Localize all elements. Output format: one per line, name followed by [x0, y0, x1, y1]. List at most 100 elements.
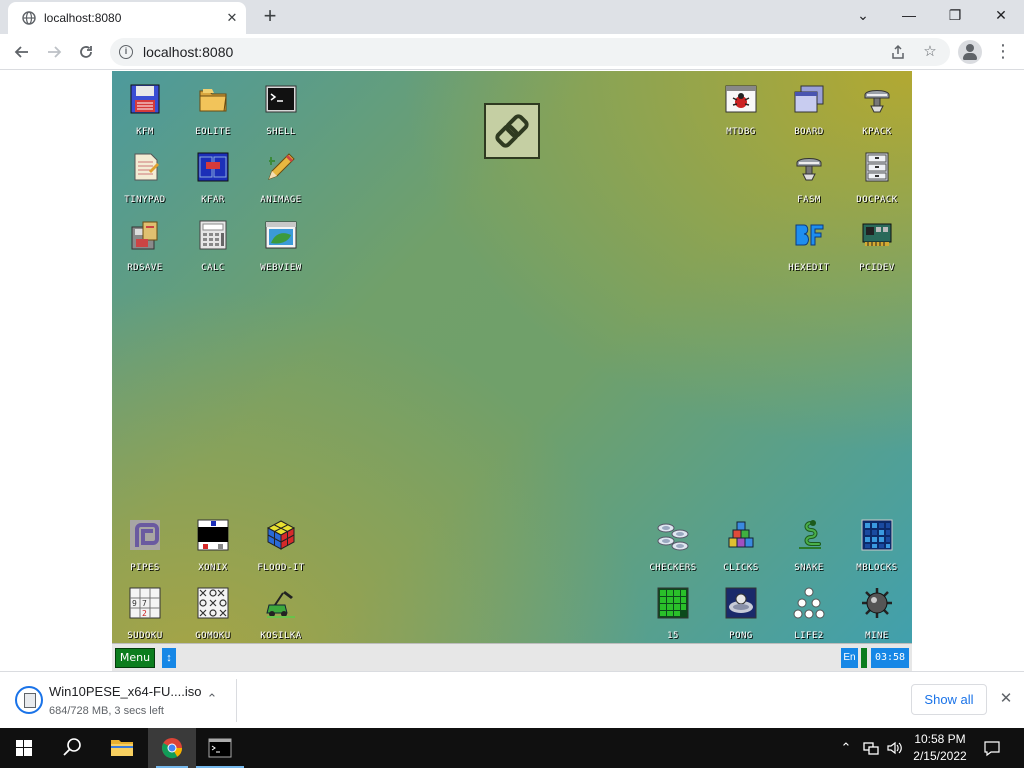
download-file-icon[interactable]: [15, 686, 43, 714]
desktop-icon-tinypad[interactable]: TINYPAD: [112, 143, 178, 207]
globe-icon: [22, 11, 36, 25]
desktop-icon-pcidev[interactable]: PCIDEV: [844, 211, 910, 275]
disk-save-icon: [131, 221, 158, 250]
debugger-icon: [725, 85, 757, 113]
back-button[interactable]: [8, 38, 36, 66]
desktop-icon-15[interactable]: 15: [640, 579, 706, 643]
icon-label: BOARD: [794, 127, 824, 137]
desktop-icon-flood-it[interactable]: FLOOD-IT: [248, 511, 314, 575]
desktop-icon-mblocks[interactable]: MBLOCKS: [844, 511, 910, 575]
desktop-icon-kfar[interactable]: KFAR: [180, 143, 246, 207]
pencil-icon: [268, 153, 295, 180]
address-url[interactable]: localhost:8080: [143, 44, 233, 60]
bf-icon: [795, 224, 824, 246]
network-icon[interactable]: [861, 738, 881, 763]
profile-avatar[interactable]: [958, 40, 982, 64]
notepad-icon: [134, 153, 159, 181]
desktop-icon-fasm[interactable]: FASM: [776, 143, 842, 207]
desktop-icon-shell[interactable]: SHELL: [248, 75, 314, 139]
desktop-icon-pong[interactable]: PONG: [708, 579, 774, 643]
snake-icon: [799, 520, 821, 549]
tab-close-icon[interactable]: ✕: [224, 10, 240, 26]
address-bar[interactable]: i localhost:8080 ☆: [110, 38, 950, 66]
menu-kebab-icon[interactable]: ⋮: [994, 40, 1012, 64]
desktop-icon-eolite[interactable]: EOLITE: [180, 75, 246, 139]
desktop-icon-animage[interactable]: ANIMAGE: [248, 143, 314, 207]
pci-card-icon: [862, 223, 892, 246]
restore-button[interactable]: ❐: [932, 0, 978, 30]
show-hidden-icons-chevron[interactable]: ⌃: [838, 738, 854, 758]
cube-icon: [266, 520, 296, 550]
desktop-icon-mine[interactable]: MINE: [844, 579, 910, 643]
desktop-icon-clicks[interactable]: CLICKS: [708, 511, 774, 575]
start-button[interactable]: [0, 728, 48, 768]
icon-label: WEBVIEW: [260, 263, 302, 273]
icon-label: KFAR: [201, 195, 225, 205]
arrow-left-icon: [14, 46, 28, 58]
bookmark-star-icon[interactable]: ☆: [920, 42, 940, 62]
icon-label: KOSILKA: [260, 631, 302, 641]
desktop-icon-gomoku[interactable]: GOMOKU: [180, 579, 246, 643]
desktop-icon-checkers[interactable]: CHECKERS: [640, 511, 706, 575]
desktop-icon-board[interactable]: BOARD: [776, 75, 842, 139]
taskbar-terminal[interactable]: [196, 728, 244, 768]
fifteen-icon: [657, 587, 689, 619]
kolibri-menu-button[interactable]: Menu: [115, 648, 155, 668]
share-icon[interactable]: [888, 42, 908, 62]
minimize-all-button[interactable]: ↕: [162, 648, 176, 668]
download-file-name[interactable]: Win10PESE_x64-FU....iso: [49, 684, 201, 699]
floppy-icon: [130, 84, 160, 114]
browser-window-icon: [265, 221, 297, 249]
desktop-icon-calc[interactable]: CALC: [180, 211, 246, 275]
forward-button[interactable]: [40, 38, 68, 66]
desktop-icon-life2[interactable]: LIFE2: [776, 579, 842, 643]
show-all-button[interactable]: Show all: [911, 684, 987, 715]
desktop-icon-sudoku[interactable]: 9 7 2 SUDOKU: [112, 579, 178, 643]
desktop-icon-kosilka[interactable]: KOSILKA: [248, 579, 314, 643]
reload-button[interactable]: [72, 38, 100, 66]
sudoku-digit: 7: [142, 599, 147, 608]
desktop-icon-mtdbg[interactable]: MTDBG: [708, 75, 774, 139]
desktop-icon-docpack[interactable]: DOCPACK: [844, 143, 910, 207]
icon-label: SUDOKU: [127, 631, 163, 641]
desktop-icon-snake[interactable]: SNAKE: [776, 511, 842, 575]
icon-label: MINE: [865, 631, 889, 641]
icon-label: SHELL: [266, 127, 296, 137]
desktop-icon-pipes[interactable]: PIPES: [112, 511, 178, 575]
sudoku-icon: 9 7 2: [129, 587, 161, 619]
desktop-icon-rdsave[interactable]: RDSAVE: [112, 211, 178, 275]
new-tab-button[interactable]: +: [258, 4, 282, 28]
desktop-icon-kfm[interactable]: KFM: [112, 75, 178, 139]
icon-label: EOLITE: [195, 127, 231, 137]
taskbar-chrome[interactable]: [148, 728, 196, 768]
language-indicator[interactable]: En: [841, 648, 858, 668]
close-download-shelf-icon[interactable]: ✕: [996, 689, 1016, 709]
xonix-icon: [197, 519, 229, 551]
icon-label: PONG: [729, 631, 753, 641]
search-button[interactable]: [48, 728, 96, 768]
icon-label: CHECKERS: [649, 563, 697, 573]
kolibri-desktop[interactable]: KFM EOLITE SHELL TINYPAD KFAR ANIMAGE RD…: [112, 71, 912, 671]
desktop-icon-kpack[interactable]: KPACK: [844, 75, 910, 139]
desktop-icon-webview[interactable]: WEBVIEW: [248, 211, 314, 275]
close-window-button[interactable]: ✕: [978, 0, 1024, 30]
icon-label: MBLOCKS: [856, 563, 898, 573]
download-shelf: Win10PESE_x64-FU....iso 684/728 MB, 3 se…: [0, 671, 1024, 728]
browser-tab[interactable]: localhost:8080 ✕: [8, 2, 246, 34]
taskbar-file-explorer[interactable]: [98, 728, 146, 768]
desktop-icon-xonix[interactable]: XONIX: [180, 511, 246, 575]
tab-search-button[interactable]: ⌄: [840, 0, 886, 30]
windows-stack-icon: [794, 85, 824, 113]
notifications-icon[interactable]: [982, 738, 1002, 763]
browser-tabstrip: localhost:8080 ✕ + ⌄ — ❐ ✕: [0, 0, 1024, 34]
site-info-icon[interactable]: i: [119, 45, 133, 59]
windows-logo-icon: [16, 740, 32, 756]
checkers-icon: [657, 523, 689, 551]
chevron-up-icon[interactable]: ⌃: [203, 690, 221, 708]
system-clock[interactable]: 10:58 PM 2/15/2022: [902, 731, 978, 765]
arrow-right-icon: [48, 46, 62, 58]
clock-time: 10:58 PM: [914, 732, 966, 746]
desktop-icon-hexedit[interactable]: HEXEDIT: [776, 211, 842, 275]
minimize-button[interactable]: —: [886, 0, 932, 30]
kolibri-clock[interactable]: 03:58: [871, 648, 909, 668]
